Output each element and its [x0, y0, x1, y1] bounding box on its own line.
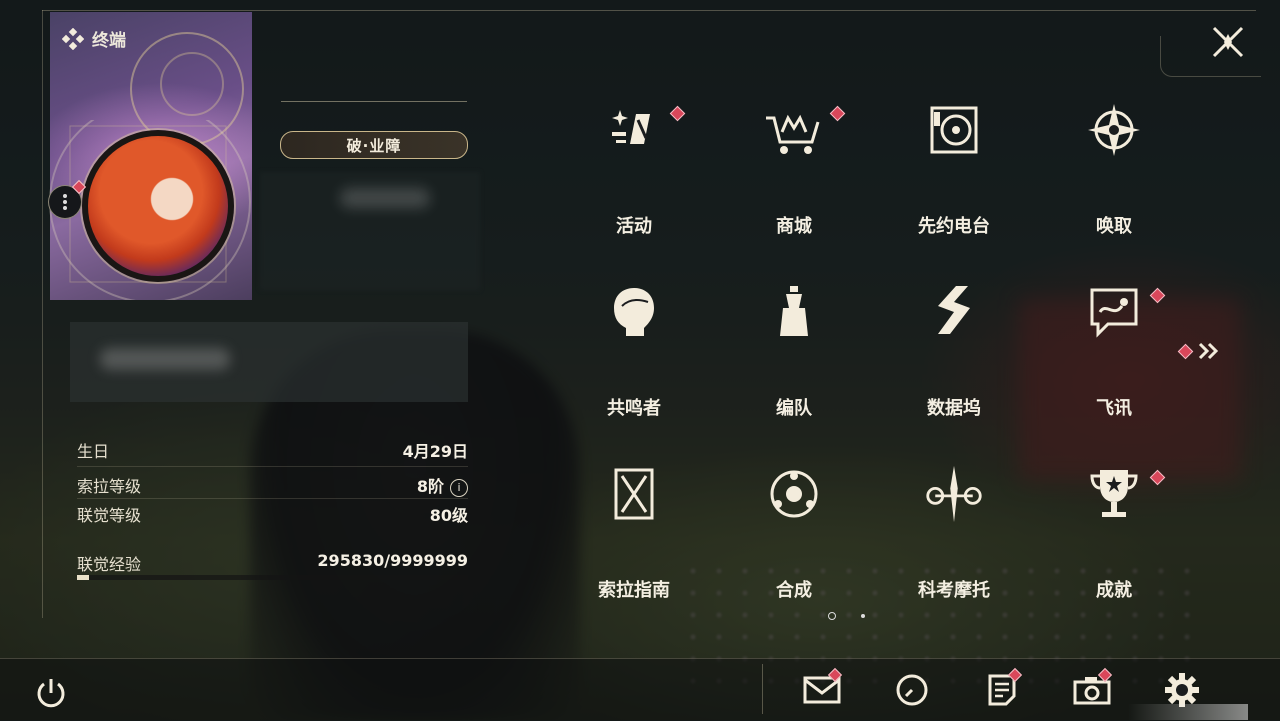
frame-left-line [42, 10, 43, 618]
menu-item-convene[interactable]: 唤取 [1034, 100, 1194, 250]
divider [281, 101, 467, 102]
menu-item-resonators[interactable]: 共鸣者 [554, 282, 714, 432]
compass-star-icon [1084, 100, 1144, 160]
guide-book-icon [604, 464, 664, 524]
clock-button[interactable] [892, 672, 932, 708]
menu-item-label: 成就 [1096, 580, 1132, 601]
menu-item-label: 索拉指南 [598, 580, 670, 601]
menu-item-messages[interactable]: 飞讯 [1034, 282, 1194, 432]
stat-union-exp: 联觉经验 295830/9999999 [77, 551, 468, 574]
info-icon[interactable]: i [450, 479, 468, 497]
stat-value: 8阶 [416, 477, 444, 496]
sparkle-flag-icon [604, 100, 664, 160]
page-title: 终端 [92, 31, 126, 51]
stat-label: 生日 [77, 442, 110, 461]
settings-button[interactable] [1162, 672, 1202, 708]
character-head-icon [604, 282, 664, 342]
alert-dot [1177, 343, 1194, 359]
frame-top-line [42, 10, 1256, 11]
stat-value: 4月29日 [402, 442, 468, 461]
menu-item-motorcycle[interactable]: 科考摩托 [874, 464, 1034, 614]
menu-item-sol-guide[interactable]: 索拉指南 [554, 464, 714, 614]
menu-item-label: 商城 [776, 216, 812, 237]
close-icon [1212, 26, 1244, 58]
corner-watermark [1128, 704, 1248, 720]
stat-label: 联觉等级 [77, 506, 142, 525]
alert-dot [669, 105, 686, 122]
menu-item-data-bank[interactable]: 数据坞 [874, 282, 1034, 432]
title-badge-label: 破·业障 [346, 136, 402, 155]
menu-item-label: 合成 [776, 580, 812, 601]
stat-label: 索拉等级 [77, 477, 142, 496]
menu-item-label: 飞讯 [1096, 398, 1132, 419]
title-badge[interactable]: 破·业障 [280, 131, 468, 159]
menu-item-label: 编队 [776, 398, 812, 419]
settings-gear-icon [1165, 673, 1199, 707]
bottom-divider [762, 664, 763, 714]
page-indicator [828, 612, 868, 622]
terminal-diamond-icon [62, 27, 84, 50]
blurred-name-area [260, 172, 480, 290]
terminal-title: 终端 [62, 26, 126, 51]
stat-birthday: 生日 4月29日 [77, 438, 468, 461]
menu-item-label: 数据坞 [927, 398, 981, 419]
clock-icon [896, 674, 928, 706]
alert-dot [1149, 287, 1166, 304]
next-page-button[interactable] [1177, 340, 1224, 362]
stat-divider [77, 466, 468, 467]
menu-item-radio[interactable]: 先约电台 [874, 100, 1034, 250]
menu-item-team[interactable]: 编队 [714, 282, 874, 432]
alert-dot [829, 105, 846, 122]
trophy-icon [1084, 464, 1144, 524]
motorcycle-icon [924, 464, 984, 524]
chat-message-icon [1084, 282, 1144, 342]
data-dock-icon [924, 282, 984, 342]
double-chevron-right-icon [1198, 342, 1219, 360]
stat-label: 联觉经验 [77, 555, 142, 574]
notice-button[interactable] [982, 667, 1023, 708]
stat-union-level: 联觉等级 80级 [77, 502, 468, 525]
alert-dot [1149, 469, 1166, 486]
synthesis-orb-icon [764, 464, 824, 524]
power-icon [37, 679, 65, 708]
exp-progress-bar [77, 575, 468, 580]
stat-sol-rank: 索拉等级 8阶 i [77, 473, 468, 497]
crown-cart-icon [764, 100, 824, 160]
avatar[interactable] [82, 130, 234, 282]
menu-item-label: 唤取 [1096, 216, 1132, 237]
power-button[interactable] [34, 676, 68, 710]
menu-item-synthesis[interactable]: 合成 [714, 464, 874, 614]
stat-value: 295830/9999999 [317, 551, 468, 570]
chess-pieces-icon [764, 282, 824, 342]
stat-divider [77, 498, 468, 499]
camera-button[interactable] [1072, 667, 1113, 708]
close-button[interactable] [1208, 22, 1248, 62]
menu-item-label: 活动 [616, 216, 652, 237]
menu-grid: 活动 商城 先约电台 唤取 共鸣者 编队 数据坞 飞讯 索拉指南 合成 科考摩托… [554, 90, 1234, 610]
blurred-signature-area [70, 322, 468, 402]
mail-button[interactable] [802, 667, 843, 708]
menu-item-label: 科考摩托 [918, 580, 990, 601]
menu-item-label: 先约电台 [918, 216, 990, 237]
menu-item-label: 共鸣者 [607, 398, 661, 419]
menu-item-shop[interactable]: 商城 [714, 100, 874, 250]
radio-record-icon [924, 100, 984, 160]
menu-item-activity[interactable]: 活动 [554, 100, 714, 250]
menu-item-achievements[interactable]: 成就 [1034, 464, 1194, 614]
stat-value: 80级 [429, 506, 468, 525]
